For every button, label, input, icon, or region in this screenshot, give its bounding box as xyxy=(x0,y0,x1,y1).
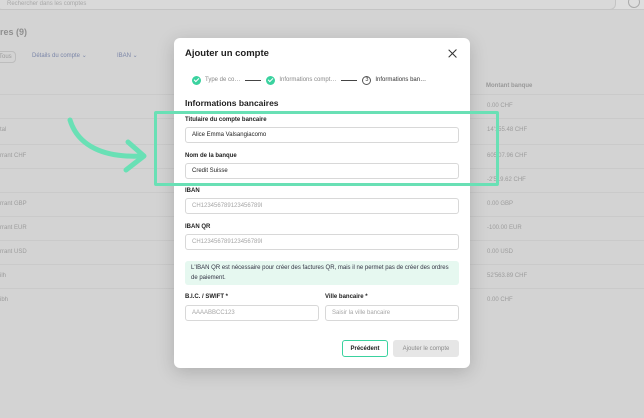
step-bank-info: 3 Informations ban… xyxy=(362,75,427,85)
row-amount: 0.00 GBP xyxy=(487,201,514,207)
row-label: rrant CHF xyxy=(0,153,27,159)
bank-city-input[interactable]: Saisir la ville bancaire xyxy=(325,305,459,321)
row-amount: 0.00 CHF xyxy=(487,103,513,109)
row-label: rrant GBP xyxy=(0,201,27,207)
stepper: Type de co… Informations compt… 3 Inform… xyxy=(192,74,462,86)
check-circle-icon xyxy=(192,75,201,85)
filter-label: IBAN xyxy=(117,53,132,59)
iban-qr-label: IBAN QR xyxy=(185,224,211,230)
column-header-bank-amount: Montant banque xyxy=(486,83,533,89)
check-circle-icon xyxy=(266,75,276,85)
add-account-modal: Ajouter un compte Type de co… Informatio… xyxy=(174,38,470,368)
row-amount: 0.00 USD xyxy=(487,249,514,255)
filter-label: Détails du compte xyxy=(32,53,81,59)
page-title: res (9) xyxy=(0,27,28,37)
row-label: tal xyxy=(0,127,7,133)
step-label: Informations ban… xyxy=(375,77,427,83)
step-label: Informations compt… xyxy=(279,77,337,83)
close-icon[interactable] xyxy=(447,48,459,60)
step-connector xyxy=(341,79,358,81)
bank-city-label: Ville bancaire * xyxy=(325,294,368,300)
iban-qr-input[interactable]: CH123456789123456789I xyxy=(185,234,459,250)
modal-title: Ajouter un compte xyxy=(185,48,269,59)
bic-label: B.I.C. / SWIFT * xyxy=(185,294,228,300)
row-amount: -100.00 EUR xyxy=(487,225,522,231)
row-label: rrant USD xyxy=(0,249,27,255)
row-label: ibh xyxy=(0,297,9,303)
step-connector xyxy=(245,79,262,81)
filter-all[interactable]: Tous xyxy=(0,51,16,63)
iban-label: IBAN xyxy=(185,188,200,194)
step-number: 3 xyxy=(362,75,372,85)
row-amount: 0.00 CHF xyxy=(487,297,513,303)
filter-account-details[interactable]: Détails du compte ⌄ xyxy=(32,52,87,59)
step-label: Type de co… xyxy=(205,77,241,83)
highlight-box xyxy=(154,111,499,186)
row-label: ilh xyxy=(0,273,7,279)
step-account-type: Type de co… xyxy=(192,75,241,85)
previous-button[interactable]: Précédent xyxy=(342,340,388,357)
bic-input[interactable]: AAAABBCC123 xyxy=(185,305,319,321)
iban-input[interactable]: CH123456789123456789I xyxy=(185,198,459,214)
section-title: Informations bancaires xyxy=(185,98,279,108)
row-amount: 52'563.89 CHF xyxy=(487,273,528,279)
search-input[interactable]: Rechercher dans les comptes xyxy=(0,0,616,10)
row-label: rrant EUR xyxy=(0,225,27,231)
iban-qr-info: L'IBAN QR est nécessaire pour créer des … xyxy=(185,261,459,285)
add-account-button[interactable]: Ajouter le compte xyxy=(393,340,459,357)
step-account-info: Informations compt… xyxy=(266,75,337,85)
pointer-arrow-icon xyxy=(67,117,147,173)
filter-iban[interactable]: IBAN ⌄ xyxy=(117,52,138,59)
